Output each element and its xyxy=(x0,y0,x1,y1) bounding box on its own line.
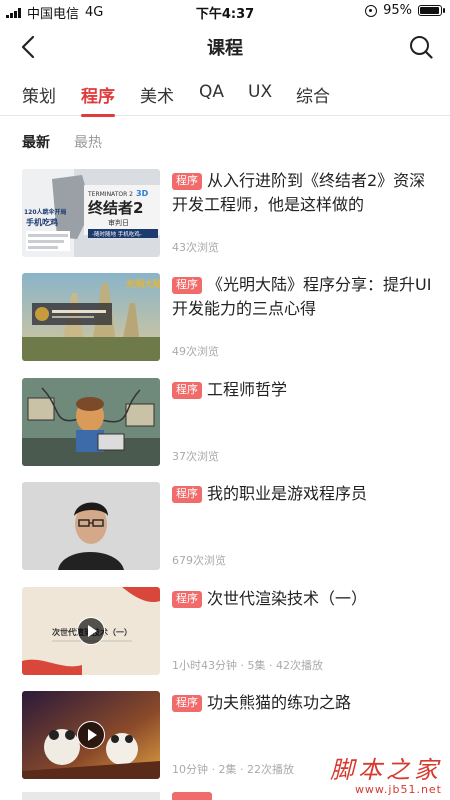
article-title: 程序 从入行进阶到《终结者2》资深开发工程师，他是这样做的 xyxy=(172,169,434,217)
svg-text:审判日: 审判日 xyxy=(108,218,129,227)
list-item[interactable]: 程序 工程师哲学 37次浏览 xyxy=(0,378,450,482)
next-item-thumbnail-edge xyxy=(22,792,160,800)
svg-text:终结者2: 终结者2 xyxy=(88,199,143,217)
next-item-badge-edge xyxy=(172,792,212,800)
list-item[interactable]: 程序 我的职业是游戏程序员 679次浏览 xyxy=(0,482,450,586)
article-thumbnail xyxy=(22,378,160,466)
svg-text:手机吃鸡: 手机吃鸡 xyxy=(26,217,58,227)
article-title: 程序 次世代渲染技术（一） xyxy=(172,587,434,611)
tab-qa[interactable]: QA xyxy=(199,82,224,102)
engineer-cartoon-thumbnail-image xyxy=(22,378,160,466)
status-right: 95% xyxy=(365,3,445,18)
tab-meishu[interactable]: 美术 xyxy=(140,82,174,107)
play-icon[interactable] xyxy=(77,617,105,645)
battery-icon xyxy=(418,5,445,16)
svg-text:-随时随地 手机吃鸡-: -随时随地 手机吃鸡- xyxy=(92,230,142,238)
search-button[interactable] xyxy=(406,32,436,62)
article-title: 程序 工程师哲学 xyxy=(172,378,434,402)
article-thumbnail: 次世代渲染技术（一） xyxy=(22,587,160,675)
article-title-text: 功夫熊猫的练功之路 xyxy=(207,693,352,712)
play-icon[interactable] xyxy=(77,721,105,749)
article-meta: 679次浏览 xyxy=(172,554,226,567)
sort-latest[interactable]: 最新 xyxy=(22,132,50,152)
article-meta: 1小时43分钟 · 5集 · 42次播放 xyxy=(172,659,323,672)
nav-bar: 课程 xyxy=(0,22,450,70)
article-title-text: 《光明大陆》程序分享：提升UI开发能力的三点心得 xyxy=(172,275,432,318)
svg-text:光明大陆: 光明大陆 xyxy=(125,278,160,290)
terminator-thumbnail-image: TERMINATOR 2 3D 终结者2 审判日 -随时随地 手机吃鸡- 120… xyxy=(22,169,160,257)
article-meta: 10分钟 · 2集 · 22次播放 xyxy=(172,763,294,776)
article-thumbnail: 光明大陆 xyxy=(22,273,160,361)
back-button[interactable] xyxy=(14,32,44,62)
search-icon xyxy=(410,36,433,59)
category-badge: 程序 xyxy=(172,277,202,294)
orientation-lock-icon xyxy=(365,4,378,17)
article-title-text: 次世代渲染技术（一） xyxy=(207,589,368,608)
article-thumbnail: TERMINATOR 2 3D 终结者2 审判日 -随时随地 手机吃鸡- 120… xyxy=(22,169,160,257)
article-thumbnail xyxy=(22,691,160,779)
category-tabs: 策划 程序 美术 QA UX 综合 xyxy=(0,72,450,117)
article-title: 程序 《光明大陆》程序分享：提升UI开发能力的三点心得 xyxy=(172,273,434,321)
category-badge: 程序 xyxy=(172,486,202,503)
list-item[interactable]: 光明大陆 程序 《光明大陆》程序分享：提升UI开发能力的三点心得 49次浏览 xyxy=(0,273,450,377)
category-badge: 程序 xyxy=(172,173,202,190)
battery-fill xyxy=(420,7,439,14)
category-badge: 程序 xyxy=(172,382,202,399)
article-thumbnail xyxy=(22,482,160,570)
battery-percent: 95% xyxy=(383,3,412,18)
svg-text:3D: 3D xyxy=(136,189,149,198)
category-badge: 程序 xyxy=(172,695,202,712)
status-bar: 中国电信 4G 下午4:37 95% xyxy=(0,0,450,22)
watermark: 脚本之家 www.jb51.net xyxy=(330,750,442,796)
fantasy-city-thumbnail-image: 光明大陆 xyxy=(22,273,160,361)
svg-text:120人跳伞开局: 120人跳伞开局 xyxy=(24,208,67,216)
chevron-left-icon xyxy=(21,35,35,59)
article-meta: 37次浏览 xyxy=(172,450,219,463)
article-title-text: 从入行进阶到《终结者2》资深开发工程师，他是这样做的 xyxy=(172,171,426,214)
tab-chengxu[interactable]: 程序 xyxy=(81,82,115,117)
article-meta: 49次浏览 xyxy=(172,345,219,358)
list-item[interactable]: TERMINATOR 2 3D 终结者2 审判日 -随时随地 手机吃鸡- 120… xyxy=(0,169,450,273)
page-title: 课程 xyxy=(207,38,243,59)
watermark-text: 脚本之家 xyxy=(330,756,442,784)
svg-text:TERMINATOR 2: TERMINATOR 2 xyxy=(87,191,133,198)
list-item[interactable]: 次世代渲染技术（一） 程序次世代渲染技术（一） 1小时43分钟 · 5集 · 4… xyxy=(0,587,450,691)
tab-ux[interactable]: UX xyxy=(248,82,272,102)
article-title: 程序 功夫熊猫的练功之路 xyxy=(172,691,434,715)
portrait-thumbnail-image xyxy=(22,482,160,570)
tab-cehua[interactable]: 策划 xyxy=(22,82,56,107)
article-meta: 43次浏览 xyxy=(172,241,219,254)
sort-hottest[interactable]: 最热 xyxy=(74,132,102,152)
article-title: 程序 我的职业是游戏程序员 xyxy=(172,482,434,506)
article-title-text: 我的职业是游戏程序员 xyxy=(207,484,368,503)
category-badge: 程序 xyxy=(172,591,202,608)
tab-zonghe[interactable]: 综合 xyxy=(296,82,330,107)
article-title-text: 工程师哲学 xyxy=(207,380,288,399)
